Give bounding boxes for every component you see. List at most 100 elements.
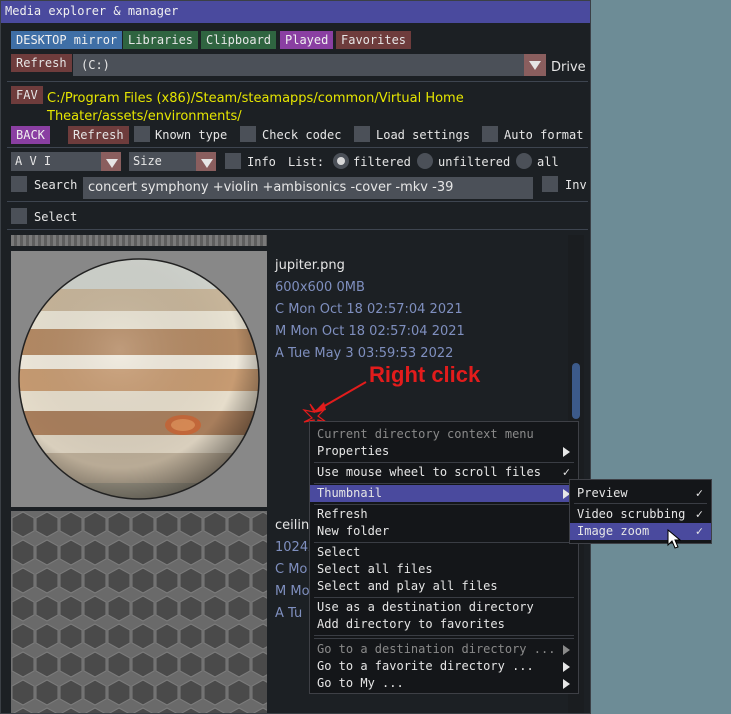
menu-item-add-favorites[interactable]: Add directory to favorites	[310, 616, 578, 633]
menu-item-goto-destination[interactable]: Go to a destination directory ...	[310, 641, 578, 658]
current-path-line1: C:/Program Files (x86)/Steam/steamapps/c…	[47, 91, 464, 106]
menu-item-select-all[interactable]: Select all files	[310, 561, 578, 578]
search-label: Search	[34, 178, 78, 192]
list-label: List:	[288, 155, 325, 169]
submenu-arrow-icon	[563, 447, 570, 457]
current-path-line2: Theater/assets/environments/	[47, 109, 242, 124]
menu-item-label: Go to a destination directory ...	[317, 642, 556, 656]
ceiling-image	[11, 511, 267, 713]
context-menu-header: Current directory context menu	[317, 427, 534, 441]
jupiter-thumbnail[interactable]	[11, 251, 267, 507]
submenu-item-image-zoom[interactable]: Image zoom ✓	[570, 523, 711, 540]
all-label: all	[537, 155, 559, 169]
divider	[7, 81, 588, 82]
unfiltered-label: unfiltered	[438, 155, 511, 169]
menu-item-label: Thumbnail	[317, 486, 383, 500]
ceiling-thumbnail[interactable]	[11, 511, 267, 713]
file-created: C Mon Oct 18 02:57:04 2021	[275, 302, 463, 317]
menu-item-select[interactable]: Select	[310, 544, 578, 561]
jupiter-image	[18, 258, 260, 500]
menu-item-label: Video scrubbing	[577, 507, 686, 521]
info-label: Info	[247, 155, 276, 169]
menu-separator	[314, 635, 574, 636]
known-type-label: Known type	[155, 128, 228, 142]
favorites-button[interactable]: Favorites	[336, 31, 412, 49]
desktop-mirror-button[interactable]: DESKTOP mirror	[11, 31, 123, 49]
menu-item-label: Go to a favorite directory ...	[317, 659, 534, 673]
load-settings-checkbox[interactable]	[354, 126, 370, 142]
menu-item-label: Preview	[577, 486, 628, 500]
submenu-arrow-icon	[563, 662, 570, 672]
menu-separator	[314, 462, 574, 463]
chevron-down-icon	[101, 152, 121, 171]
menu-item-use-destination[interactable]: Use as a destination directory	[310, 599, 578, 616]
filtered-label: filtered	[353, 155, 411, 169]
submenu-arrow-icon	[563, 645, 570, 655]
checkmark-icon: ✓	[695, 507, 703, 521]
libraries-button[interactable]: Libraries	[123, 31, 199, 49]
scrollbar-thumb[interactable]	[572, 363, 580, 419]
menu-item-refresh[interactable]: Refresh	[310, 506, 578, 523]
mouse-cursor-icon	[667, 529, 681, 549]
invert-label: Inv	[565, 178, 587, 192]
thumbnail-submenu: Preview ✓ Video scrubbing ✓ Image zoom ✓	[569, 479, 712, 544]
all-radio[interactable]	[516, 153, 532, 169]
invert-checkbox[interactable]	[542, 176, 558, 192]
filtered-radio[interactable]	[333, 153, 349, 169]
menu-item-label: Use mouse wheel to scroll files	[317, 465, 541, 479]
unfiltered-radio[interactable]	[417, 153, 433, 169]
back-button[interactable]: BACK	[11, 126, 50, 144]
select-label: Select	[34, 210, 78, 224]
search-checkbox[interactable]	[11, 176, 27, 192]
menu-item-label: Go to My ...	[317, 676, 404, 690]
check-codec-label: Check codec	[262, 128, 342, 142]
drive-select[interactable]: (C:)	[73, 54, 546, 76]
submenu-item-video-scrubbing[interactable]: Video scrubbing ✓	[570, 506, 711, 523]
thumbnail-partial	[11, 235, 267, 246]
menu-item-goto-my[interactable]: Go to My ...	[310, 675, 578, 692]
submenu-item-preview[interactable]: Preview ✓	[570, 485, 711, 502]
menu-item-mouse-wheel[interactable]: Use mouse wheel to scroll files ✓	[310, 464, 578, 481]
info-checkbox[interactable]	[225, 153, 241, 169]
context-menu: Current directory context menu Propertie…	[309, 421, 579, 694]
drive-select-value: (C:)	[81, 58, 110, 72]
menu-item-goto-favorite[interactable]: Go to a favorite directory ...	[310, 658, 578, 675]
chevron-down-icon	[196, 152, 216, 171]
clipboard-button[interactable]: Clipboard	[201, 31, 277, 49]
file-size: 600x600 0MB	[275, 280, 365, 295]
window-title: Media explorer & manager	[5, 4, 179, 18]
menu-separator	[314, 483, 574, 484]
type-filter-value: A V I	[15, 154, 52, 168]
known-type-checkbox[interactable]	[134, 126, 150, 142]
checkmark-icon: ✓	[695, 486, 703, 500]
file-info-jupiter: jupiter.png 600x600 0MB C Mon Oct 18 02:…	[275, 255, 465, 365]
menu-item-thumbnail[interactable]: Thumbnail	[310, 485, 578, 502]
submenu-arrow-icon	[563, 679, 570, 689]
sort-select[interactable]: Size	[129, 152, 216, 171]
menu-item-select-play-all[interactable]: Select and play all files	[310, 578, 578, 595]
select-checkbox[interactable]	[11, 208, 27, 224]
title-bar[interactable]: Media explorer & manager	[1, 1, 590, 23]
played-button[interactable]: Played	[280, 31, 334, 49]
file-name: jupiter.png	[275, 258, 345, 273]
chevron-down-icon	[524, 54, 546, 76]
type-filter-select[interactable]: A V I	[11, 152, 121, 171]
right-click-annotation: Right click	[369, 362, 481, 387]
current-path[interactable]: C:/Program Files (x86)/Steam/steamapps/c…	[47, 90, 464, 126]
search-input[interactable]: concert symphony +violin +ambisonics -co…	[83, 177, 533, 199]
drive-label: Drive	[551, 60, 586, 75]
drive-refresh-button[interactable]: Refresh	[11, 54, 72, 72]
menu-separator	[314, 597, 574, 598]
menu-separator	[314, 542, 574, 543]
fav-button[interactable]: FAV	[11, 86, 43, 104]
divider	[7, 201, 588, 202]
load-settings-label: Load settings	[376, 128, 470, 142]
auto-format-checkbox[interactable]	[482, 126, 498, 142]
divider	[7, 147, 588, 148]
check-codec-checkbox[interactable]	[240, 126, 256, 142]
menu-item-properties[interactable]: Properties	[310, 443, 578, 460]
refresh-button[interactable]: Refresh	[68, 126, 129, 144]
divider	[7, 229, 588, 230]
menu-item-label: Image zoom	[577, 524, 650, 538]
menu-item-new-folder[interactable]: New folder	[310, 523, 578, 540]
